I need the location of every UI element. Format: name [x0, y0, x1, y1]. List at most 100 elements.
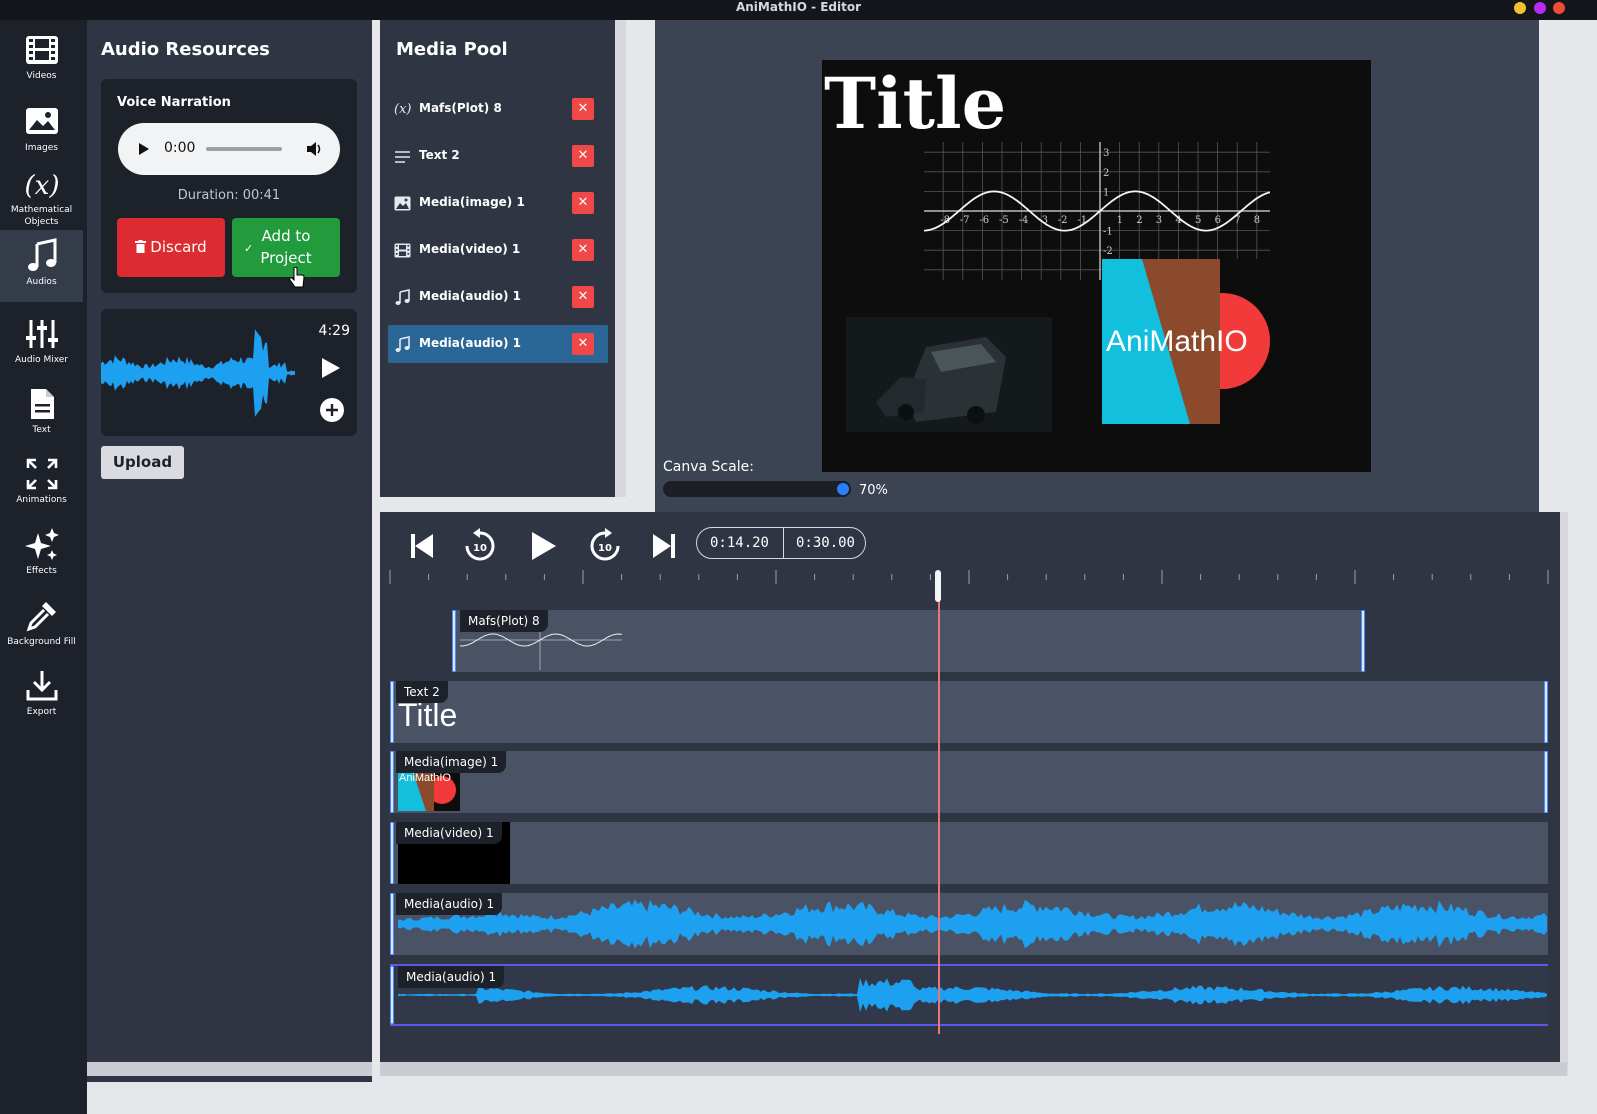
timeline-track-text[interactable]: Title Text 2 — [390, 681, 1548, 743]
delete-button[interactable]: ✕ — [572, 145, 594, 167]
timeline-ruler[interactable] — [388, 568, 1550, 588]
media-pool-item[interactable]: (x) Mafs(Plot) 8 ✕ — [388, 90, 608, 128]
play-icon[interactable] — [525, 528, 561, 564]
track-end-handle[interactable] — [1544, 751, 1548, 813]
sidebar-item-videos[interactable]: Videos — [0, 24, 83, 96]
video-thumbnail[interactable] — [846, 317, 1052, 432]
minimize-button[interactable] — [1514, 2, 1526, 14]
track-start-handle[interactable] — [390, 751, 394, 813]
discard-button[interactable]: Discard — [117, 218, 225, 277]
narration-title: Voice Narration — [117, 95, 231, 110]
sidebar-label: Export — [26, 707, 57, 717]
close-button[interactable] — [1553, 2, 1565, 14]
sidebar-item-mathematical-objects[interactable]: (x) Mathematical Objects — [0, 166, 83, 230]
canvas-title-text[interactable]: Title — [824, 64, 1006, 144]
eyedropper-icon — [26, 602, 56, 632]
sidebar-label: Text — [32, 425, 51, 435]
sidebar-item-audio-mixer[interactable]: Audio Mixer — [0, 308, 83, 380]
svg-text:2: 2 — [1103, 168, 1109, 179]
rewind-10-icon[interactable]: 10 — [462, 528, 498, 564]
audio-waveform — [101, 329, 295, 417]
forward-10-icon[interactable]: 10 — [587, 528, 623, 564]
svg-text:2: 2 — [1136, 215, 1142, 226]
track-label: Media(audio) 1 — [398, 966, 505, 988]
upload-button[interactable]: Upload — [101, 446, 184, 479]
skip-to-end-icon[interactable] — [646, 528, 682, 564]
canva-scale-value: 70% — [859, 483, 888, 498]
play-icon[interactable] — [138, 142, 150, 156]
media-pool-item[interactable]: Media(audio) 1 ✕ — [388, 278, 608, 316]
add-circle-icon[interactable] — [319, 397, 345, 423]
svg-text:-2: -2 — [1058, 215, 1068, 226]
track-start-handle[interactable] — [452, 610, 456, 672]
add-to-project-button[interactable]: ✓ Add to Project — [232, 218, 340, 277]
panel-divider[interactable] — [372, 20, 380, 1082]
track-audio-waveform — [398, 977, 1547, 1013]
sidebar-item-background-fill[interactable]: Background Fill — [0, 590, 83, 662]
media-pool-item[interactable]: Media(image) 1 ✕ — [388, 184, 608, 222]
track-end-handle[interactable] — [1361, 610, 1365, 672]
timeline-track-audio-2[interactable]: Media(audio) 1 — [390, 964, 1548, 1026]
preview-area: Title -8 -7 -6 -5 -4 -3 -2 -1 1 2 3 4 5 6 7 8 3 2 1 -1 -2 — [655, 20, 1539, 512]
svg-text:5: 5 — [1195, 215, 1201, 226]
horizontal-scrollbar[interactable] — [87, 1062, 1567, 1076]
media-pool-item[interactable]: Text 2 ✕ — [388, 137, 608, 175]
sidebar-label: Videos — [26, 71, 57, 81]
delete-button[interactable]: ✕ — [572, 239, 594, 261]
delete-button[interactable]: ✕ — [572, 286, 594, 308]
skip-to-start-icon[interactable] — [404, 528, 440, 564]
play-icon[interactable] — [321, 357, 341, 379]
timeline-track-image[interactable]: AniMathIO Media(image) 1 — [390, 751, 1548, 813]
timeline-vertical-scrollbar[interactable] — [1560, 512, 1568, 1075]
canva-scale-slider[interactable] — [663, 481, 851, 497]
timeline-track-video[interactable]: Media(video) 1 — [390, 822, 1548, 884]
sidebar-item-text[interactable]: Text — [0, 378, 83, 450]
svg-text:1: 1 — [1117, 215, 1123, 226]
svg-text:-7: -7 — [960, 215, 970, 226]
timeline-track-audio-1[interactable]: Media(audio) 1 — [390, 893, 1548, 955]
track-start-handle[interactable] — [390, 966, 394, 1024]
svg-text:10: 10 — [473, 543, 487, 554]
player-time: 0:00 — [164, 140, 196, 156]
media-pool-item[interactable]: Media(video) 1 ✕ — [388, 231, 608, 269]
track-label: Mafs(Plot) 8 — [460, 610, 548, 632]
voice-narration-card: Voice Narration 0:00 Duration: 00:41 Dis… — [101, 79, 357, 293]
sidebar-item-images[interactable]: Images — [0, 96, 83, 168]
sidebar-item-animations[interactable]: Animations — [0, 448, 83, 520]
delete-button[interactable]: ✕ — [572, 98, 594, 120]
sidebar-item-audios[interactable]: Audios — [0, 230, 83, 302]
volume-icon[interactable] — [306, 141, 323, 157]
media-item-label: Mafs(Plot) 8 — [419, 101, 502, 115]
canva-scale-thumb[interactable] — [835, 481, 851, 497]
track-label: Text 2 — [396, 681, 448, 703]
sidebar-item-effects[interactable]: Effects — [0, 519, 83, 591]
track-start-handle[interactable] — [390, 893, 394, 955]
timeline-panel: 10 10 0:14.20 0:30.00 Mafs(Plot) 8 Title… — [380, 512, 1560, 1075]
sidebar-label: Animations — [16, 495, 67, 505]
image-icon — [25, 108, 58, 134]
animathio-logo-image[interactable]: AniMathIO — [1102, 259, 1270, 424]
title-bar: AniMathIO - Editor — [0, 0, 1597, 20]
preview-canvas[interactable]: Title -8 -7 -6 -5 -4 -3 -2 -1 1 2 3 4 5 6 7 8 3 2 1 -1 -2 — [822, 60, 1371, 472]
media-pool-panel: Media Pool (x) Mafs(Plot) 8 ✕ Text 2 ✕ M… — [380, 20, 626, 497]
svg-text:-6: -6 — [979, 215, 989, 226]
panel-title: Media Pool — [396, 39, 508, 60]
audio-clip-card[interactable]: 4:29 — [101, 309, 357, 436]
media-item-label: Media(audio) 1 — [419, 336, 521, 350]
svg-text:-2: -2 — [1103, 246, 1113, 257]
media-pool-scrollbar[interactable] — [615, 20, 626, 497]
playhead-handle[interactable] — [935, 570, 941, 602]
track-start-handle[interactable] — [390, 822, 394, 884]
track-end-handle[interactable] — [1544, 681, 1548, 743]
track-label: Media(image) 1 — [396, 751, 507, 773]
player-seek-bar[interactable] — [206, 147, 282, 151]
timeline-track-plot[interactable]: Mafs(Plot) 8 — [452, 610, 1365, 672]
svg-text:-5: -5 — [999, 215, 1009, 226]
media-pool-item-selected[interactable]: Media(audio) 1 ✕ — [388, 325, 608, 363]
track-start-handle[interactable] — [390, 681, 394, 743]
maximize-button[interactable] — [1534, 2, 1546, 14]
delete-button[interactable]: ✕ — [572, 333, 594, 355]
delete-button[interactable]: ✕ — [572, 192, 594, 214]
sidebar-item-export[interactable]: Export — [0, 660, 83, 732]
image-icon — [394, 196, 411, 211]
